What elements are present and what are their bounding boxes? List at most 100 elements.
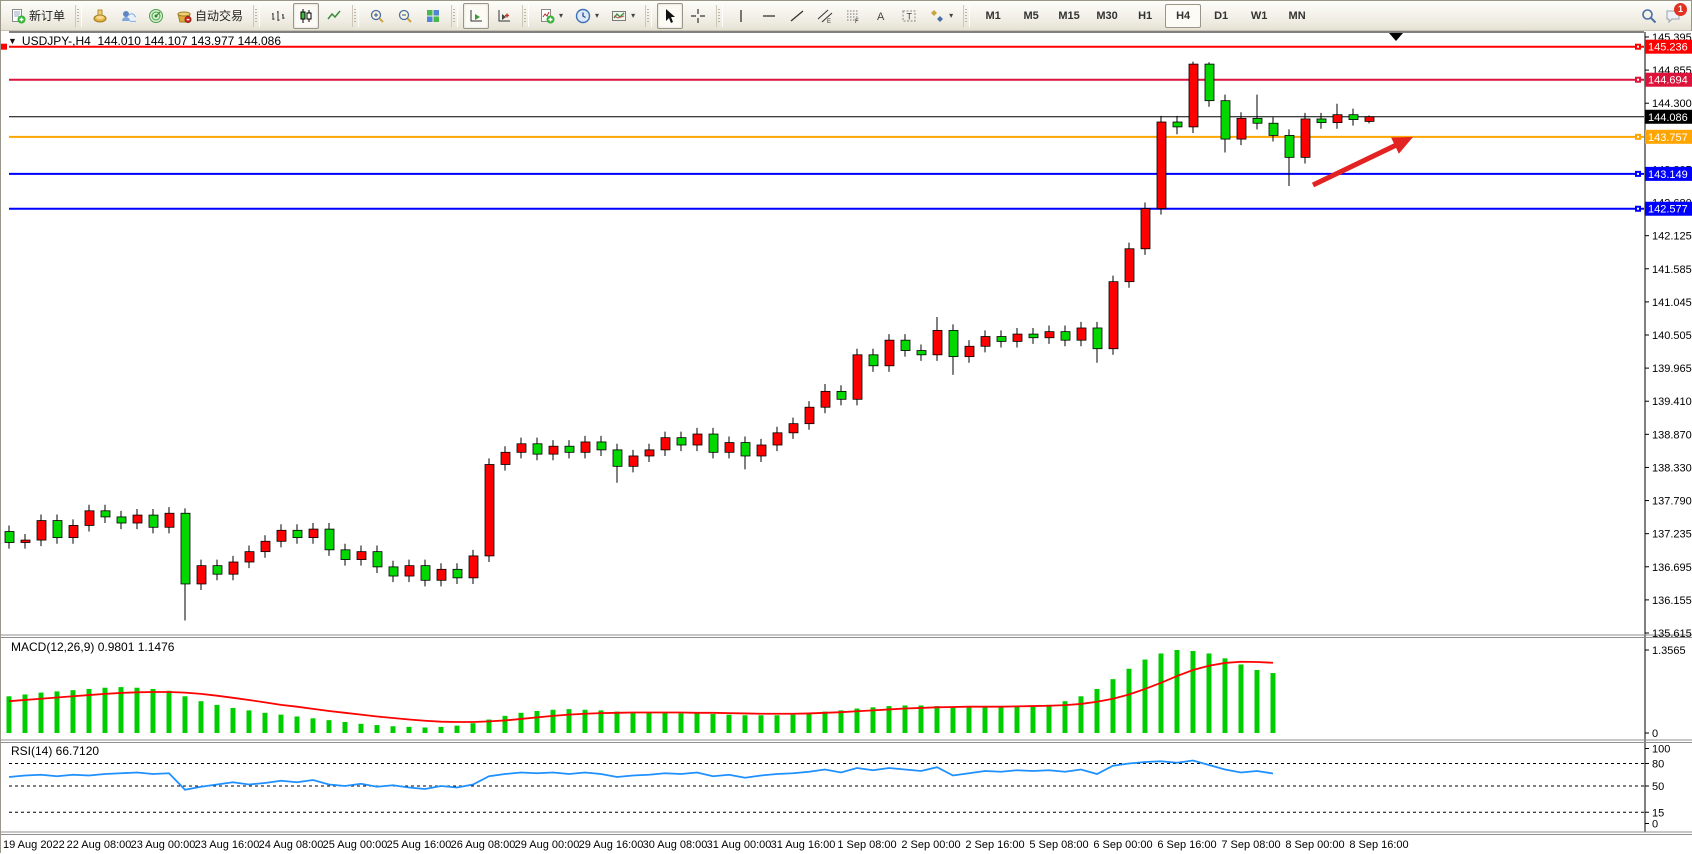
time-axis-label: 30 Aug 08:00	[643, 839, 708, 851]
svg-text:E: E	[827, 19, 831, 24]
macd-histogram-bar	[263, 713, 268, 733]
price-axis-label: 139.410	[1652, 396, 1692, 408]
indicators-button[interactable]: ▾	[534, 3, 568, 29]
candlestick-chart-button[interactable]	[293, 3, 319, 29]
timeframe-mn[interactable]: MN	[1279, 4, 1315, 28]
auto-scroll-icon	[468, 8, 484, 24]
price-tag-label: 142.577	[1648, 204, 1688, 216]
channel-button[interactable]: E	[812, 3, 838, 29]
time-axis-label: 19 Aug 2022	[3, 839, 65, 851]
shapes-button[interactable]: ▾	[924, 3, 958, 29]
macd-histogram-bar	[119, 687, 124, 733]
macd-axis-label: 0	[1652, 728, 1658, 740]
macd-histogram-bar	[1159, 653, 1164, 733]
text-label-button[interactable]: T	[896, 3, 922, 29]
candle-bearish	[1269, 123, 1278, 135]
periods-button[interactable]: ▾	[570, 3, 604, 29]
chart-shift-button[interactable]	[491, 3, 517, 29]
timeframe-d1[interactable]: D1	[1203, 4, 1239, 28]
auto-scroll-button[interactable]	[463, 3, 489, 29]
fibonacci-button[interactable]: F	[840, 3, 866, 29]
trendline-button[interactable]	[784, 3, 810, 29]
notifications-button[interactable]: 1	[1665, 8, 1681, 24]
rsi-axis-label: 15	[1652, 807, 1664, 819]
toolbar-separator	[75, 5, 82, 27]
tile-windows-button[interactable]	[420, 3, 446, 29]
timeframe-m1[interactable]: M1	[975, 4, 1011, 28]
candle-bearish	[389, 567, 398, 576]
macd-histogram-bar	[391, 726, 396, 733]
cursor-icon	[662, 8, 678, 24]
candle-bullish	[805, 407, 814, 423]
candle-bearish	[149, 515, 158, 527]
macd-histogram-bar	[951, 707, 956, 733]
new-order-button[interactable]: 新订单	[5, 3, 70, 29]
zoom-out-button[interactable]	[392, 3, 418, 29]
arrows-shapes-icon	[929, 8, 945, 24]
horizontal-line-button[interactable]	[756, 3, 782, 29]
search-icon[interactable]	[1641, 8, 1657, 24]
macd-histogram-bar	[1079, 696, 1084, 733]
market-watch-button[interactable]	[87, 3, 113, 29]
macd-histogram-bar	[455, 726, 460, 733]
timeframe-h4[interactable]: H4	[1165, 4, 1201, 28]
candle-bearish	[565, 446, 574, 452]
community-button[interactable]	[115, 3, 141, 29]
candle-bullish	[309, 529, 318, 538]
chart-shift-marker[interactable]	[1389, 33, 1403, 41]
timeframe-m5[interactable]: M5	[1013, 4, 1049, 28]
toolbar-separator	[352, 5, 359, 27]
time-axis-label: 25 Aug 00:00	[323, 839, 388, 851]
candle-bullish	[197, 566, 206, 584]
timeframe-m30[interactable]: M30	[1089, 4, 1125, 28]
candle-bearish	[709, 434, 718, 452]
macd-histogram-bar	[199, 701, 204, 733]
macd-histogram-bar	[519, 713, 524, 733]
price-axis-label: 140.505	[1652, 330, 1692, 342]
timeframe-h1[interactable]: H1	[1127, 4, 1163, 28]
candle-bearish	[1221, 101, 1230, 139]
timeframe-m15[interactable]: M15	[1051, 4, 1087, 28]
macd-histogram-bar	[679, 713, 684, 733]
macd-histogram-bar	[359, 724, 364, 733]
candle-bearish	[837, 391, 846, 399]
candle-bullish	[629, 456, 638, 466]
trend-arrow-annotation[interactable]	[1313, 144, 1399, 185]
timeframe-group: M1M5M15M30H1H4D1W1MN	[975, 4, 1315, 28]
macd-histogram-bar	[551, 710, 556, 733]
line-chart-button[interactable]	[321, 3, 347, 29]
indicators-icon	[539, 8, 555, 24]
price-tag-label: 143.757	[1648, 132, 1688, 144]
new-order-icon	[10, 8, 26, 24]
line-handle[interactable]	[1, 44, 7, 50]
candle-bullish	[885, 340, 894, 366]
candle-bullish	[469, 556, 478, 578]
macd-histogram-bar	[1255, 670, 1260, 733]
chart-canvas[interactable]: 145.395144.855144.300143.745143.205142.6…	[1, 31, 1692, 854]
price-tag-label: 144.086	[1648, 112, 1688, 124]
rsi-axis-label: 50	[1652, 781, 1664, 793]
candle-bullish	[1141, 209, 1150, 249]
macd-histogram-bar	[631, 712, 636, 733]
bar-chart-button[interactable]	[265, 3, 291, 29]
cursor-button[interactable]	[657, 3, 683, 29]
autotrade-button[interactable]: 自动交易	[171, 3, 248, 29]
zoom-in-button[interactable]	[364, 3, 390, 29]
signals-button[interactable]	[143, 3, 169, 29]
toolbar-separator	[963, 5, 970, 27]
candle-bearish	[1349, 115, 1358, 120]
toolbar-separator	[716, 5, 723, 27]
macd-histogram-bar	[1223, 658, 1228, 733]
crosshair-button[interactable]	[685, 3, 711, 29]
macd-histogram-bar	[1095, 689, 1100, 733]
price-axis-label: 137.235	[1652, 529, 1692, 541]
candle-bullish	[645, 450, 654, 456]
timeframe-w1[interactable]: W1	[1241, 4, 1277, 28]
text-button[interactable]: A	[868, 3, 894, 29]
chart-plot[interactable]: 145.395144.855144.300143.745143.205142.6…	[1, 31, 1692, 854]
chart-title-collapse-icon[interactable]: ▼	[8, 36, 17, 46]
time-axis-label: 29 Aug 00:00	[515, 839, 580, 851]
candle-bearish	[213, 566, 222, 575]
templates-button[interactable]: ▾	[606, 3, 640, 29]
vertical-line-button[interactable]	[728, 3, 754, 29]
